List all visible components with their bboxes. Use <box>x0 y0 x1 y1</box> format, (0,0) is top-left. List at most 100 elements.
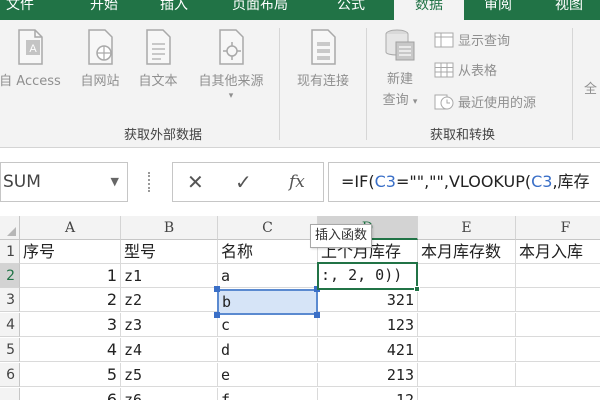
column-header-a[interactable]: A <box>20 216 121 240</box>
tab-home[interactable]: 开始 <box>90 0 118 20</box>
column-header-f[interactable]: F <box>516 216 600 240</box>
range-handle[interactable] <box>214 312 220 318</box>
reference-range-c3[interactable]: b <box>217 289 318 315</box>
cell-d3[interactable]: 321 <box>318 288 418 312</box>
cell-e4[interactable] <box>418 313 516 337</box>
show-queries-label: 显示查询 <box>458 34 511 49</box>
row-header-1[interactable]: 1 <box>0 240 20 264</box>
cell-d7[interactable]: 12 <box>318 388 418 400</box>
formula-ref-c3-second: C3 <box>531 172 553 191</box>
cell-c6[interactable]: e <box>218 363 318 387</box>
from-text-button[interactable]: 自文本 <box>130 28 186 89</box>
cell-d5[interactable]: 421 <box>318 338 418 362</box>
cell-a1[interactable]: 序号 <box>20 240 121 264</box>
range-handle[interactable] <box>314 312 320 318</box>
insert-function-icon[interactable]: fx <box>289 163 305 201</box>
from-table-button[interactable]: 从表格 <box>434 60 497 79</box>
ribbon-panel: A 自 Access 自网站 自文本 自其他来源 ▾ 现有连接 获取外部数据 新… <box>0 20 600 148</box>
cell-a6[interactable]: 5 <box>20 363 121 387</box>
row-header-7[interactable] <box>0 388 20 400</box>
cell-b3[interactable]: z2 <box>121 288 218 312</box>
cell-a7[interactable]: 6 <box>20 388 121 400</box>
cell-f6[interactable] <box>516 363 600 387</box>
cell-d2-edit-text: :, 2, 0)) <box>321 266 403 284</box>
cell-d4[interactable]: 123 <box>318 313 418 337</box>
tab-page-layout[interactable]: 页面布局 <box>232 0 288 20</box>
cell-b2[interactable]: z1 <box>121 264 218 288</box>
chevron-down-icon: ▾ <box>228 91 234 101</box>
enter-check-icon[interactable]: ✓ <box>235 163 252 201</box>
ribbon-divider <box>279 28 280 140</box>
select-all-corner[interactable] <box>0 216 20 240</box>
tab-review[interactable]: 审阅 <box>484 0 512 20</box>
tab-formulas[interactable]: 公式 <box>337 0 365 20</box>
column-header-b[interactable]: B <box>121 216 218 240</box>
cell-e2[interactable] <box>418 264 516 288</box>
cell-a5[interactable]: 4 <box>20 338 121 362</box>
cell-f1[interactable]: 本月入库 <box>516 240 600 264</box>
from-web-label: 自网站 <box>80 74 120 89</box>
row-header-6[interactable]: 6 <box>0 363 20 387</box>
fill-handle[interactable] <box>414 286 420 292</box>
range-handle[interactable] <box>214 286 220 292</box>
from-access-button[interactable]: A 自 Access <box>0 28 68 89</box>
tab-data[interactable]: 数据 <box>394 0 464 20</box>
cell-b5[interactable]: z4 <box>121 338 218 362</box>
tab-view[interactable]: 视图 <box>555 0 583 20</box>
from-other-sources-label: 自其他来源 <box>198 74 264 89</box>
cell-d6[interactable]: 213 <box>318 363 418 387</box>
cell-a4[interactable]: 3 <box>20 313 121 337</box>
cell-e6[interactable] <box>418 363 516 387</box>
cell-f3[interactable] <box>516 288 600 312</box>
from-web-button[interactable]: 自网站 <box>72 28 128 89</box>
table-icon <box>434 62 454 77</box>
name-box[interactable]: SUM ▼ <box>0 162 128 202</box>
cell-b4[interactable]: z3 <box>121 313 218 337</box>
column-header-c[interactable]: C <box>218 216 318 240</box>
cell-f4[interactable] <box>516 313 600 337</box>
from-text-label: 自文本 <box>138 74 178 89</box>
row-header-5[interactable]: 5 <box>0 338 20 362</box>
new-query-label-1: 新建 <box>386 72 413 87</box>
cell-c4[interactable]: c <box>218 313 318 337</box>
existing-connections-button[interactable]: 现有连接 <box>288 28 358 89</box>
refresh-all-button-partial[interactable]: 全 <box>584 78 597 97</box>
show-queries-button[interactable]: 显示查询 <box>434 30 510 49</box>
cell-c3: b <box>222 293 232 311</box>
column-header-e[interactable]: E <box>418 216 516 240</box>
formula-ref-c3: C3 <box>374 172 396 191</box>
cell-b7[interactable]: z6 <box>121 388 218 400</box>
cell-c2[interactable]: a <box>218 264 318 288</box>
cell-c7[interactable]: f <box>218 388 318 400</box>
cell-a2[interactable]: 1 <box>20 264 121 288</box>
tab-file[interactable]: 文件 <box>6 0 34 20</box>
group-label-get-transform: 获取和转换 <box>430 128 496 143</box>
cell-e1[interactable]: 本月库存数 <box>418 240 516 264</box>
row-header-4[interactable]: 4 <box>0 313 20 337</box>
group-label-get-external-data: 获取外部数据 <box>124 128 203 143</box>
active-cell-d2-editor[interactable]: :, 2, 0)) <box>317 262 418 290</box>
cancel-icon[interactable]: ✕ <box>187 163 204 201</box>
formula-mid: ="","",VLOOKUP( <box>395 172 532 191</box>
cell-f5[interactable] <box>516 338 600 362</box>
connections-icon <box>311 29 336 65</box>
recent-sources-button[interactable]: 最近使用的源 <box>434 92 536 111</box>
chevron-down-icon: ▾ <box>412 97 418 107</box>
new-query-button[interactable]: 新建 查询 ▾ <box>372 26 428 108</box>
formula-bar-grip[interactable] <box>148 172 151 192</box>
tab-insert[interactable]: 插入 <box>160 0 188 20</box>
cell-b1[interactable]: 型号 <box>121 240 218 264</box>
row-header-2[interactable]: 2 <box>0 264 20 288</box>
formula-input[interactable]: =IF(C3="","",VLOOKUP(C3,库存 <box>328 162 600 202</box>
cell-f2[interactable] <box>516 264 600 288</box>
cell-b6[interactable]: z5 <box>121 363 218 387</box>
cell-e5[interactable] <box>418 338 516 362</box>
cell-c1[interactable]: 名称 <box>218 240 318 264</box>
row-header-3[interactable]: 3 <box>0 288 20 312</box>
svg-text:A: A <box>29 43 37 55</box>
cell-c5[interactable]: d <box>218 338 318 362</box>
chevron-down-icon[interactable]: ▼ <box>111 163 119 201</box>
cell-e3[interactable] <box>418 288 516 312</box>
cell-a3[interactable]: 2 <box>20 288 121 312</box>
from-other-sources-button[interactable]: 自其他来源 ▾ <box>188 28 274 101</box>
